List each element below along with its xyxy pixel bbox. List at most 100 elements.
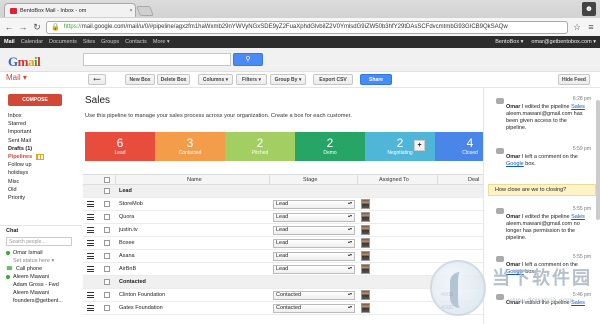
stage-select[interactable]: Lead	[273, 264, 355, 274]
feed-link[interactable]: Sales	[571, 214, 585, 220]
table-row[interactable]: Boxee Lead	[83, 237, 483, 250]
back-arrow-icon[interactable]: ←	[4, 22, 14, 32]
box-name[interactable]: Boxee	[119, 240, 135, 246]
search-button[interactable]: ⚲	[233, 53, 263, 66]
select-all-checkbox[interactable]	[104, 176, 110, 183]
feed-author[interactable]: Omar	[506, 154, 520, 160]
box-name[interactable]: Gates Foundation	[119, 305, 163, 311]
sidebar-item[interactable]: holidays	[0, 169, 82, 177]
chat-contact[interactable]: ☎ Call phone	[6, 265, 82, 273]
row-checkbox[interactable]	[104, 214, 110, 220]
drag-handle-icon[interactable]	[87, 214, 94, 220]
table-row[interactable]: Asana Lead	[83, 250, 483, 263]
table-row[interactable]: justin.tv Lead	[83, 224, 483, 237]
stage-tile[interactable]: 3 Contacted	[155, 132, 225, 161]
gbar-item[interactable]: Calendar	[21, 39, 43, 45]
chat-contact[interactable]: Omar Ismail	[6, 249, 82, 257]
browser-tab[interactable]: BentoBox Mail - Inbox - om ×	[4, 3, 136, 17]
row-checkbox[interactable]	[104, 266, 110, 272]
chat-contact[interactable]: founders@getbent...	[6, 297, 82, 305]
sidebar-item[interactable]: Priority	[0, 194, 82, 202]
stage-select[interactable]: Lead	[273, 225, 355, 235]
assignee-avatar[interactable]	[361, 199, 370, 209]
assignee-avatar[interactable]	[361, 290, 370, 300]
export-csv-button[interactable]: Export CSV	[313, 74, 353, 85]
table-row[interactable]: Gates FoundationContacted4000	[83, 302, 483, 315]
table-row[interactable]: Quora Lead	[83, 211, 483, 224]
gbar-item[interactable]: Sites	[83, 39, 95, 45]
drag-handle-icon[interactable]	[87, 227, 94, 233]
group-by-button[interactable]: Group By ▾	[270, 74, 306, 85]
column-stage[interactable]: Stage	[303, 177, 317, 183]
box-name[interactable]: StoreMob	[119, 201, 143, 207]
column-deal[interactable]: Deal	[468, 177, 479, 183]
gbar-item[interactable]: More ▾	[153, 39, 170, 45]
sidebar-item[interactable]: Misc	[0, 178, 82, 186]
drag-handle-icon[interactable]	[87, 305, 94, 311]
assignee-avatar[interactable]	[361, 251, 370, 261]
filters-button[interactable]: Filters ▾	[236, 74, 267, 85]
gbar-item[interactable]: Mail	[4, 39, 15, 45]
drag-handle-icon[interactable]	[87, 292, 94, 298]
assignee-avatar[interactable]	[361, 303, 370, 313]
sidebar-item[interactable]: Pipelines	[0, 153, 82, 161]
profile-avatar-icon[interactable]: ☻	[582, 2, 596, 16]
stage-select[interactable]: Lead	[273, 199, 355, 209]
close-tab-icon[interactable]: ×	[127, 8, 135, 14]
sidebar-item[interactable]: Sent Mail	[0, 137, 82, 145]
box-name[interactable]: justin.tv	[119, 227, 138, 233]
row-checkbox[interactable]	[104, 188, 110, 194]
new-tab-button[interactable]	[136, 6, 154, 16]
row-checkbox[interactable]	[104, 201, 110, 207]
assignee-avatar[interactable]	[361, 238, 370, 248]
chat-contact[interactable]: Aleem Mawani	[6, 273, 82, 281]
add-stage-button[interactable]: +	[414, 140, 425, 151]
column-assigned-to[interactable]: Assigned To	[379, 177, 409, 183]
hide-feed-button[interactable]: Hide Feed	[558, 74, 590, 85]
table-row[interactable]: Clinton FoundationContacted4000	[83, 289, 483, 302]
assignee-avatar[interactable]	[361, 212, 370, 222]
feed-link[interactable]: Sales	[571, 104, 585, 110]
row-checkbox[interactable]	[104, 279, 110, 285]
row-checkbox[interactable]	[104, 292, 110, 298]
assignee-avatar[interactable]	[361, 264, 370, 274]
sidebar-item[interactable]: Starred	[0, 120, 82, 128]
row-checkbox[interactable]	[104, 305, 110, 311]
feed-author[interactable]: Omar	[506, 214, 520, 220]
drag-handle-icon[interactable]	[87, 266, 94, 272]
back-button[interactable]: ⟵	[88, 74, 106, 85]
sidebar-item[interactable]: Old	[0, 186, 82, 194]
gbar-item[interactable]: Groups	[101, 39, 119, 45]
sidebar-item[interactable]: Drafts (1)	[0, 145, 82, 153]
delete-box-button[interactable]: Delete Box	[157, 74, 190, 85]
row-checkbox[interactable]	[104, 227, 110, 233]
forward-arrow-icon[interactable]: →	[18, 22, 28, 32]
reload-icon[interactable]: ↻	[32, 22, 42, 32]
box-name[interactable]: AirBnB	[119, 266, 136, 272]
org-menu[interactable]: BentoBox ▾	[495, 39, 523, 45]
table-row[interactable]: StoreMob Lead	[83, 198, 483, 211]
chat-contact[interactable]: Set status here ▾	[6, 257, 82, 265]
feed-author[interactable]: Omar	[506, 104, 520, 110]
box-name[interactable]: Asana	[119, 253, 135, 259]
drag-handle-icon[interactable]	[87, 240, 94, 246]
table-row[interactable]: AirBnB Lead	[83, 263, 483, 276]
search-people-input[interactable]: Search people...	[6, 237, 72, 246]
assignee-avatar[interactable]	[361, 225, 370, 235]
stage-select[interactable]: Lead	[273, 238, 355, 248]
group-row[interactable]: Contacted	[83, 276, 483, 289]
chat-contact[interactable]: Adam Gross - Fwd	[6, 281, 82, 289]
account-menu[interactable]: omar@getbentobox.com ▾	[531, 39, 596, 45]
stage-tile[interactable]: 6 Lead	[85, 132, 155, 161]
compose-button[interactable]: COMPOSE	[8, 94, 62, 106]
sidebar-item[interactable]: Follow up	[0, 161, 82, 169]
share-button[interactable]: Share	[360, 74, 392, 85]
stage-tile[interactable]: 2 Demo	[295, 132, 365, 161]
group-row[interactable]: Lead	[83, 185, 483, 198]
feed-scrollbar[interactable]	[596, 100, 600, 220]
stage-tile[interactable]: 4 Closed	[435, 132, 483, 161]
search-input[interactable]	[83, 53, 231, 66]
feed-link[interactable]: Google	[506, 161, 524, 167]
stage-select[interactable]: Lead	[273, 251, 355, 261]
column-name[interactable]: Name	[187, 177, 202, 183]
